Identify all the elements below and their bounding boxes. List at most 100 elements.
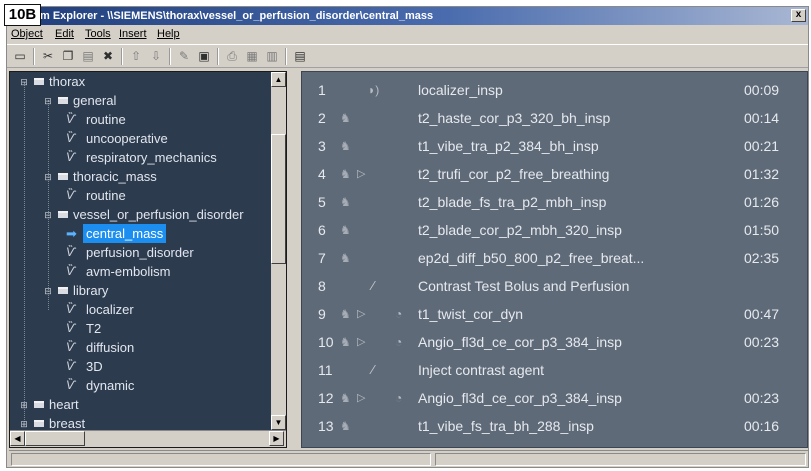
scroll-left-button[interactable]: ◀: [10, 431, 25, 446]
protocol-icon: Ѷ: [66, 302, 76, 316]
tree-connector: [48, 100, 49, 310]
delete-icon[interactable]: ✖: [99, 48, 117, 65]
protocol-row[interactable]: 6 ♞ t2_blade_cor_p2_mbh_320_insp 01:50: [302, 216, 807, 244]
folder-icon: [34, 420, 44, 427]
collapse-icon[interactable]: ⊟: [20, 78, 28, 87]
protocol-duration: 01:26: [744, 194, 780, 210]
tree-item-label: library: [73, 283, 109, 298]
window-icon[interactable]: ▭: [11, 48, 29, 65]
toolbar-separator: [169, 48, 171, 65]
collapse-icon[interactable]: ⊟: [44, 287, 52, 296]
properties-icon[interactable]: ▦: [243, 48, 261, 65]
protocol-number: 2: [318, 110, 326, 126]
collapse-icon[interactable]: ⊟: [44, 97, 52, 106]
tree-item-label: 3D: [86, 359, 103, 374]
protocol-row[interactable]: 2 ♞ t2_haste_cor_p3_320_bh_insp 00:14: [302, 104, 807, 132]
menu-tools[interactable]: Tools: [85, 28, 111, 40]
collapse-icon[interactable]: ⊟: [44, 173, 52, 182]
protocol-duration: 02:35: [744, 250, 780, 266]
pause-step-icon: ⁄: [372, 362, 375, 377]
toolbar-separator: [217, 48, 219, 65]
protocol-duration: 00:47: [744, 306, 780, 322]
tree-item-label: avm-embolism: [86, 264, 171, 279]
edit-icon[interactable]: ✎: [175, 48, 193, 65]
scroll-right-button[interactable]: ▶: [269, 431, 284, 446]
protocol-row[interactable]: 10 ♞ ▷ ◔ Angio_fl3d_ce_cor_p3_384_insp 00:23: [302, 328, 807, 356]
export-icon[interactable]: ▥: [263, 48, 281, 65]
speaker-icon: ◗): [368, 83, 380, 97]
protocol-row[interactable]: 12 ♞ ▷ ◔ Angio_fl3d_ce_cor_p3_384_insp 00:23: [302, 384, 807, 412]
paste-icon[interactable]: ▤: [79, 48, 97, 65]
protocol-icon: Ѷ: [66, 264, 76, 278]
cut-icon[interactable]: ✂: [39, 48, 57, 65]
print-icon[interactable]: ⎙: [223, 48, 241, 65]
protocol-icon: Ѷ: [66, 131, 76, 145]
protocol-row[interactable]: 7 ♞ ep2d_diff_b50_800_p2_free_breat... 02:3…: [302, 244, 807, 272]
scroll-thumb[interactable]: [25, 431, 85, 446]
protocol-row[interactable]: 8 ⁄ Contrast Test Bolus and Perfusion: [302, 272, 807, 300]
move-up-icon[interactable]: ⇧: [127, 48, 145, 65]
view-icon[interactable]: ▤: [291, 48, 309, 65]
breath-hold-icon: ♞: [340, 223, 351, 237]
protocol-duration: 00:14: [744, 110, 780, 126]
tree-horizontal-scrollbar[interactable]: ◀ ▶: [10, 430, 286, 447]
protocol-row[interactable]: 13 ♞ t1_vibe_fs_tra_bh_288_insp 00:16: [302, 412, 807, 440]
protocol-icon: Ѷ: [66, 378, 76, 392]
menu-object[interactable]: Object: [11, 28, 43, 40]
folder-icon: [34, 401, 44, 408]
tree-item-label: dynamic: [86, 378, 135, 393]
play-icon[interactable]: ▷: [357, 300, 365, 328]
protocol-icon: Ѷ: [66, 340, 76, 354]
menu-help[interactable]: Help: [157, 28, 180, 40]
toolbar-separator: [121, 48, 123, 65]
toolbar-separator: [33, 48, 35, 65]
protocol-duration: 01:32: [744, 166, 780, 182]
protocol-name: t1_twist_cor_dyn: [418, 306, 524, 322]
exam-explorer-window: m Explorer - \\SIEMENS\thorax\vessel_or_…: [6, 6, 809, 468]
play-icon[interactable]: ▷: [357, 384, 365, 412]
breath-hold-icon: ♞: [340, 195, 351, 209]
protocol-row[interactable]: 1 ◗) localizer_insp 00:09: [302, 76, 807, 104]
contrast-icon: ◔: [395, 307, 403, 321]
protocol-row[interactable]: 3 ♞ t1_vibe_tra_p2_384_bh_insp 00:21: [302, 132, 807, 160]
folder-icon: [58, 173, 68, 180]
play-icon[interactable]: ▷: [357, 160, 365, 188]
folder-icon: [58, 287, 68, 294]
collapse-icon[interactable]: ⊟: [44, 211, 52, 220]
copy-icon[interactable]: ❐: [59, 48, 77, 65]
protocol-name: t2_blade_cor_p2_mbh_320_insp: [418, 222, 622, 238]
scroll-thumb[interactable]: [271, 134, 286, 264]
protocol-row[interactable]: 4 ♞ ▷ t2_trufi_cor_p2_free_breathing 01:32: [302, 160, 807, 188]
tree-item-label: T2: [86, 321, 102, 336]
tree-item-label: central_mass: [83, 224, 167, 243]
expand-icon[interactable]: ⊞: [20, 401, 28, 410]
save-icon[interactable]: ▣: [195, 48, 213, 65]
expand-icon[interactable]: ⊞: [20, 420, 28, 429]
play-icon[interactable]: ▷: [357, 328, 365, 356]
protocol-icon: Ѷ: [66, 321, 76, 335]
protocol-row[interactable]: 9 ♞ ▷ ◔ t1_twist_cor_dyn 00:47: [302, 300, 807, 328]
breath-hold-icon: ♞: [340, 139, 351, 153]
contrast-icon: ◔: [395, 335, 403, 349]
move-down-icon[interactable]: ⇩: [147, 48, 165, 65]
scroll-down-button[interactable]: ▼: [271, 415, 286, 430]
tree-item-label: respiratory_mechanics: [86, 150, 217, 165]
menu-edit[interactable]: Edit: [55, 28, 74, 40]
window-title: m Explorer - \\SIEMENS\thorax\vessel_or_…: [40, 10, 434, 22]
tree-vertical-scrollbar[interactable]: ▲ ▼: [271, 72, 286, 430]
protocol-row[interactable]: 5 ♞ t2_blade_fs_tra_p2_mbh_insp 01:26: [302, 188, 807, 216]
tree-item-label: vessel_or_perfusion_disorder: [73, 207, 244, 222]
title-bar[interactable]: m Explorer - \\SIEMENS\thorax\vessel_or_…: [7, 7, 808, 25]
protocol-duration: 01:50: [744, 222, 780, 238]
breath-hold-icon: ♞: [340, 111, 351, 125]
protocol-icon: Ѷ: [66, 112, 76, 126]
tree-connector: [24, 82, 25, 422]
status-cell: [435, 453, 806, 466]
scroll-up-button[interactable]: ▲: [271, 72, 286, 87]
close-button[interactable]: x: [791, 9, 806, 22]
breath-hold-icon: ♞: [340, 251, 351, 265]
pause-step-icon: ⁄: [372, 278, 375, 293]
protocol-row[interactable]: 11 ⁄ Inject contrast agent: [302, 356, 807, 384]
menu-insert[interactable]: Insert: [119, 28, 147, 40]
protocol-icon: Ѷ: [66, 245, 76, 259]
